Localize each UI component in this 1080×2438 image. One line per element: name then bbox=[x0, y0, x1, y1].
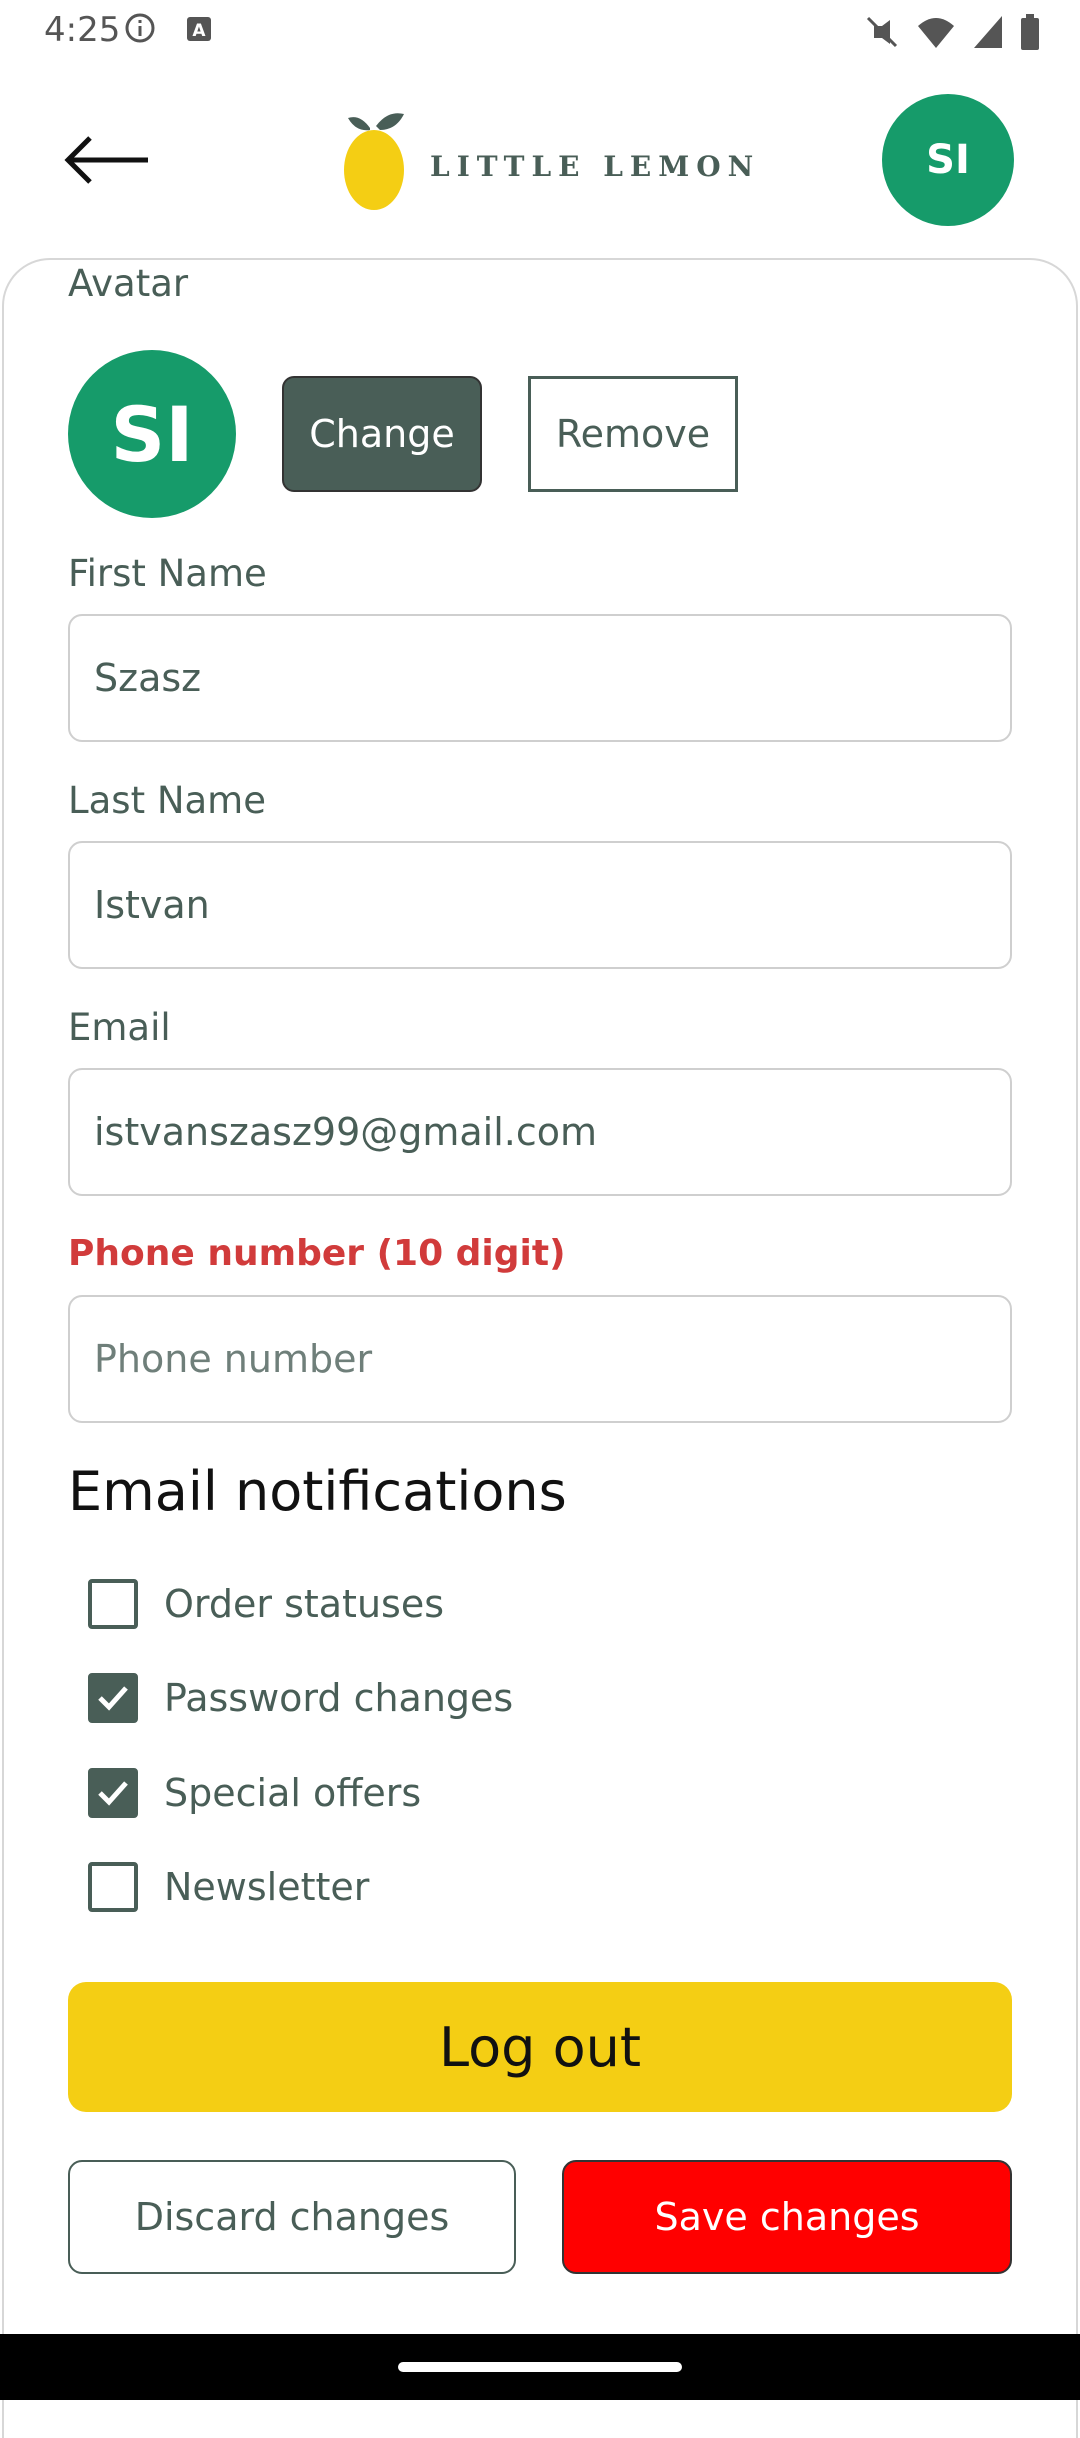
mute-vibrate-icon bbox=[866, 16, 898, 48]
email-label: Email bbox=[68, 1006, 171, 1049]
arrow-left-icon[interactable] bbox=[60, 128, 156, 192]
logo-text: LITTLE LEMON bbox=[430, 149, 761, 183]
first-name-field[interactable]: Szasz bbox=[68, 614, 1012, 742]
battery-icon bbox=[1021, 14, 1039, 50]
first-name-label: First Name bbox=[68, 552, 267, 595]
email-notifications-title: Email notifications bbox=[68, 1460, 567, 1523]
last-name-label: Last Name bbox=[68, 779, 266, 822]
signal-icon bbox=[974, 16, 1002, 48]
checkbox-special-offers[interactable]: Special offers bbox=[88, 1763, 421, 1823]
checkmark-icon bbox=[98, 1781, 128, 1806]
phone-field[interactable]: Phone number bbox=[68, 1295, 1012, 1423]
remove-avatar-button[interactable]: Remove bbox=[528, 376, 738, 492]
discard-changes-button[interactable]: Discard changes bbox=[68, 2160, 516, 2274]
home-gesture-handle[interactable] bbox=[398, 2362, 682, 2372]
wifi-icon bbox=[918, 18, 954, 48]
checkbox-label: Special offers bbox=[164, 1771, 422, 1815]
status-bar: 4:25 A bbox=[0, 0, 1080, 64]
checkbox-newsletter[interactable]: Newsletter bbox=[88, 1857, 369, 1917]
profile-avatar-initials: SI bbox=[110, 389, 194, 479]
checkbox-password-changes[interactable]: Password changes bbox=[88, 1668, 513, 1728]
save-changes-button[interactable]: Save changes bbox=[562, 2160, 1012, 2274]
checkbox-checked-icon[interactable] bbox=[88, 1768, 138, 1818]
avatar-label: Avatar bbox=[68, 262, 189, 305]
header-avatar-initials: SI bbox=[926, 137, 970, 183]
checkbox-order-statuses[interactable]: Order statuses bbox=[88, 1574, 444, 1634]
checkbox-label: Password changes bbox=[164, 1676, 514, 1720]
checkbox-label: Newsletter bbox=[164, 1865, 370, 1909]
logout-button[interactable]: Log out bbox=[68, 1982, 1012, 2112]
svg-text:A: A bbox=[192, 21, 206, 41]
last-name-field[interactable]: Istvan bbox=[68, 841, 1012, 969]
status-time: 4:25 bbox=[44, 10, 121, 50]
email-field[interactable]: istvanszasz99@gmail.com bbox=[68, 1068, 1012, 1196]
checkbox-label: Order statuses bbox=[164, 1582, 445, 1626]
little-lemon-logo: LITTLE LEMON bbox=[340, 104, 760, 216]
status-icons bbox=[864, 12, 1040, 52]
checkbox-icon[interactable] bbox=[88, 1862, 138, 1912]
info-icon bbox=[125, 13, 155, 43]
font-a-icon: A bbox=[187, 17, 211, 41]
checkmark-icon bbox=[98, 1686, 128, 1711]
checkbox-icon[interactable] bbox=[88, 1579, 138, 1629]
checkbox-checked-icon[interactable] bbox=[88, 1673, 138, 1723]
lemon-icon bbox=[344, 113, 404, 210]
header-avatar[interactable]: SI bbox=[882, 94, 1014, 226]
change-avatar-button[interactable]: Change bbox=[282, 376, 482, 492]
phone-label: Phone number (10 digit) bbox=[68, 1233, 566, 1274]
profile-avatar: SI bbox=[68, 350, 236, 518]
